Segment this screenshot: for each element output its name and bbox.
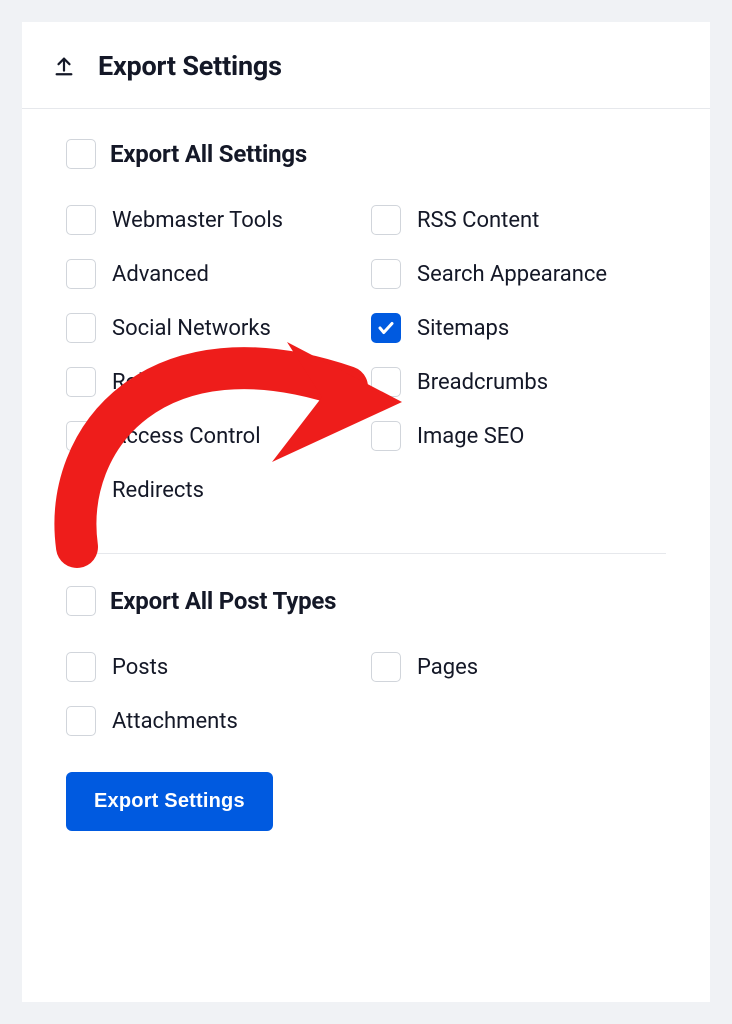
checkbox-export-all-settings[interactable] (66, 139, 96, 169)
checkbox-pages[interactable] (371, 652, 401, 682)
setting-item-social-networks: Social Networks (66, 313, 361, 343)
checkbox-rss-content[interactable] (371, 205, 401, 235)
checkbox-sitemaps[interactable] (371, 313, 401, 343)
setting-label: Sitemaps (417, 316, 509, 341)
section-divider (66, 553, 666, 554)
checkbox-image-seo[interactable] (371, 421, 401, 451)
checkbox-redirects[interactable] (66, 475, 96, 505)
setting-item-breadcrumbs: Breadcrumbs (371, 367, 666, 397)
page-title: Export Settings (98, 50, 282, 82)
post-type-label: Posts (112, 655, 168, 680)
setting-label: Social Networks (112, 316, 271, 341)
post-type-item-pages: Pages (371, 652, 666, 682)
section-heading-settings-label: Export All Settings (110, 140, 307, 168)
setting-label: Search Appearance (417, 262, 607, 287)
setting-item-robots-txt: Robots.txt (66, 367, 361, 397)
setting-label: Advanced (112, 262, 209, 287)
checkbox-social-networks[interactable] (66, 313, 96, 343)
setting-label: RSS Content (417, 208, 539, 233)
setting-label: Breadcrumbs (417, 370, 548, 395)
setting-label: Access Control (112, 424, 261, 449)
checkbox-breadcrumbs[interactable] (371, 367, 401, 397)
export-icon (52, 54, 76, 78)
export-settings-card: Export Settings Export All Settings Webm… (22, 22, 710, 1002)
checkbox-attachments[interactable] (66, 706, 96, 736)
post-type-item-posts: Posts (66, 652, 361, 682)
setting-item-image-seo: Image SEO (371, 421, 666, 451)
setting-label: Image SEO (417, 424, 524, 449)
section-heading-settings: Export All Settings (66, 139, 666, 169)
post-types-grid: Posts Pages Attachments (66, 652, 666, 736)
setting-item-redirects: Redirects (66, 475, 361, 505)
setting-label: Redirects (112, 478, 204, 503)
checkbox-robots-txt[interactable] (66, 367, 96, 397)
setting-item-rss-content: RSS Content (371, 205, 666, 235)
checkbox-advanced[interactable] (66, 259, 96, 289)
checkbox-export-all-post-types[interactable] (66, 586, 96, 616)
checkbox-search-appearance[interactable] (371, 259, 401, 289)
export-settings-button[interactable]: Export Settings (66, 772, 273, 831)
section-heading-post-types: Export All Post Types (66, 586, 666, 616)
setting-item-access-control: Access Control (66, 421, 361, 451)
post-type-label: Pages (417, 655, 478, 680)
setting-item-webmaster-tools: Webmaster Tools (66, 205, 361, 235)
setting-label: Webmaster Tools (112, 208, 283, 233)
section-heading-post-types-label: Export All Post Types (110, 587, 336, 615)
setting-label: Robots.txt (112, 370, 213, 395)
setting-item-advanced: Advanced (66, 259, 361, 289)
checkbox-access-control[interactable] (66, 421, 96, 451)
post-type-item-attachments: Attachments (66, 706, 361, 736)
checkbox-webmaster-tools[interactable] (66, 205, 96, 235)
settings-grid: Webmaster Tools RSS Content Advanced Sea… (66, 205, 666, 505)
post-type-label: Attachments (112, 709, 238, 734)
checkbox-posts[interactable] (66, 652, 96, 682)
setting-item-search-appearance: Search Appearance (371, 259, 666, 289)
card-header: Export Settings (22, 22, 710, 109)
setting-item-sitemaps: Sitemaps (371, 313, 666, 343)
card-body: Export All Settings Webmaster Tools RSS … (22, 109, 710, 861)
